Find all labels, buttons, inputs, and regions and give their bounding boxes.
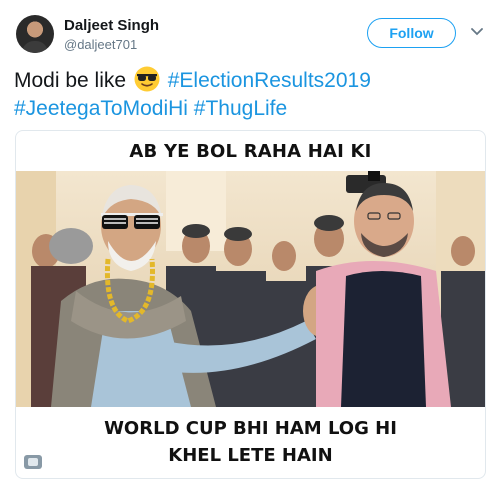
user-handle[interactable]: @daljeet701 (64, 37, 137, 52)
hashtag-link[interactable]: #JeetegaToModiHi (14, 97, 188, 120)
media-attachment[interactable]: AB YE BOL RAHA HAI KI WORLD CUP BHI HAM … (15, 130, 486, 479)
tweet-card: Daljeet Singh @daljeet701 Follow Modi be… (0, 0, 500, 484)
hashtag-link[interactable]: #ThugLife (194, 97, 287, 120)
display-name[interactable]: Daljeet Singh (64, 17, 159, 34)
meme-caption-bottom: WORLD CUP BHI HAM LOG HI KHEL LETE HAIN (16, 415, 485, 469)
sunglasses-emoji-icon (134, 66, 160, 92)
avatar[interactable] (16, 15, 54, 53)
follow-button[interactable]: Follow (367, 18, 456, 48)
tweet-text: Modi be like #ElectionResults2019 #Jeete… (14, 66, 484, 123)
meme-caption-bottom-line1: WORLD CUP BHI HAM LOG HI (104, 418, 397, 439)
meme-caption-bottom-line2: KHEL LETE HAIN (168, 445, 333, 466)
chevron-down-icon[interactable] (469, 24, 485, 40)
media-gallery-icon (24, 455, 42, 469)
meme-caption-top: AB YE BOL RAHA HAI KI (129, 140, 372, 162)
meme-photo (16, 171, 485, 407)
hashtag-link[interactable]: #ElectionResults2019 (168, 69, 371, 92)
tweet-text-plain: Modi be like (14, 69, 127, 92)
